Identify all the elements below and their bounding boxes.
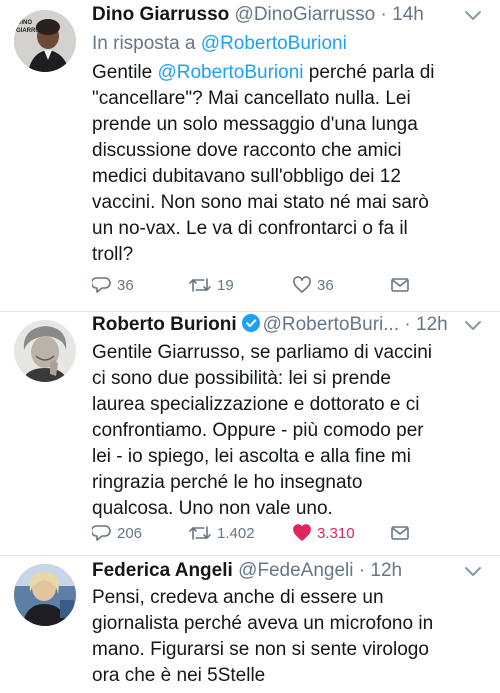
retweet-icon xyxy=(189,526,211,540)
separator-dot: · xyxy=(404,314,411,335)
timestamp[interactable]: 12h xyxy=(370,560,402,581)
retweet-count: 1.402 xyxy=(217,524,255,542)
chevron-down-icon[interactable] xyxy=(464,566,482,578)
like-button[interactable]: 3.310 xyxy=(292,521,355,545)
chevron-down-icon[interactable] xyxy=(464,320,482,332)
reply-button[interactable]: 36 xyxy=(92,273,134,297)
user-handle[interactable]: @DinoGiarrusso xyxy=(235,4,376,25)
separator-dot: · xyxy=(358,560,366,581)
retweet-icon xyxy=(189,278,211,292)
tweet-text: Gentile @RobertoBurioni perché parla di … xyxy=(92,60,490,268)
tweet-dino-giarrusso[interactable]: DINO GIARRUSSO Dino Giarrusso @DinoGiarr… xyxy=(0,0,500,311)
reply-context: In risposta a @RobertoBurioni xyxy=(92,31,347,57)
display-name[interactable]: Federica Angeli xyxy=(92,560,233,581)
tweet-actions: 36 19 36 xyxy=(92,273,492,297)
avatar-federica-angeli[interactable] xyxy=(14,564,76,626)
envelope-icon xyxy=(391,278,409,292)
separator-dot: · xyxy=(380,4,387,25)
reply-mention-link[interactable]: @RobertoBurioni xyxy=(201,33,347,54)
like-count: 3.310 xyxy=(317,524,355,542)
tweet-text-rest: perché parla di "cancellare"? Mai cancel… xyxy=(92,62,435,265)
mention-link[interactable]: @RobertoBurioni xyxy=(157,62,303,83)
tweet-text-prefix: Gentile xyxy=(92,62,158,83)
tweet-actions: 206 1.402 3.310 xyxy=(92,521,492,545)
tweet-text: Pensi, credeva anche di essere un giorna… xyxy=(92,587,434,686)
display-name[interactable]: Dino Giarrusso xyxy=(92,4,229,25)
avatar-text-line1: DINO xyxy=(17,20,32,26)
timestamp[interactable]: 12h xyxy=(416,314,448,335)
tweet-header: Roberto Burioni @RobertoBuri... · 12h xyxy=(92,312,464,338)
avatar-roberto-burioni[interactable] xyxy=(14,320,76,382)
avatar-dino-giarrusso[interactable]: DINO GIARRUSSO xyxy=(14,10,76,72)
like-count: 36 xyxy=(317,276,334,294)
retweet-button[interactable]: 1.402 xyxy=(188,521,255,545)
tweet-text: Gentile Giarrusso, se parliamo di vaccin… xyxy=(92,342,433,519)
reply-button[interactable]: 206 xyxy=(92,521,142,545)
user-handle[interactable]: @RobertoBuri... xyxy=(263,314,400,335)
tweet-federica-angeli[interactable]: Federica Angeli @FedeAngeli · 12h Pensi,… xyxy=(0,556,500,693)
direct-message-button[interactable] xyxy=(390,521,415,545)
reply-count: 206 xyxy=(117,524,143,542)
timestamp[interactable]: 14h xyxy=(392,4,424,25)
reply-prefix: In risposta a xyxy=(92,33,201,54)
retweet-count: 19 xyxy=(217,276,234,294)
avatar-text-line2: GIARRUSSO xyxy=(16,28,53,34)
direct-message-button[interactable] xyxy=(390,273,415,297)
tweet-header: Federica Angeli @FedeAngeli · 12h xyxy=(92,558,464,584)
tweet-roberto-burioni[interactable]: Roberto Burioni @RobertoBuri... · 12h Gen… xyxy=(0,312,500,555)
reply-count: 36 xyxy=(117,276,134,294)
reply-icon xyxy=(92,525,111,541)
heart-icon xyxy=(293,276,311,293)
envelope-icon xyxy=(391,526,409,540)
user-handle[interactable]: @FedeAngeli xyxy=(238,560,353,581)
display-name[interactable]: Roberto Burioni xyxy=(92,314,237,335)
like-button[interactable]: 36 xyxy=(292,273,334,297)
reply-icon xyxy=(92,277,111,293)
chevron-down-icon[interactable] xyxy=(464,10,482,22)
retweet-button[interactable]: 19 xyxy=(188,273,234,297)
heart-icon xyxy=(293,524,311,541)
tweet-header: Dino Giarrusso @DinoGiarrusso · 14h xyxy=(92,2,464,28)
verified-badge-icon xyxy=(241,314,260,332)
